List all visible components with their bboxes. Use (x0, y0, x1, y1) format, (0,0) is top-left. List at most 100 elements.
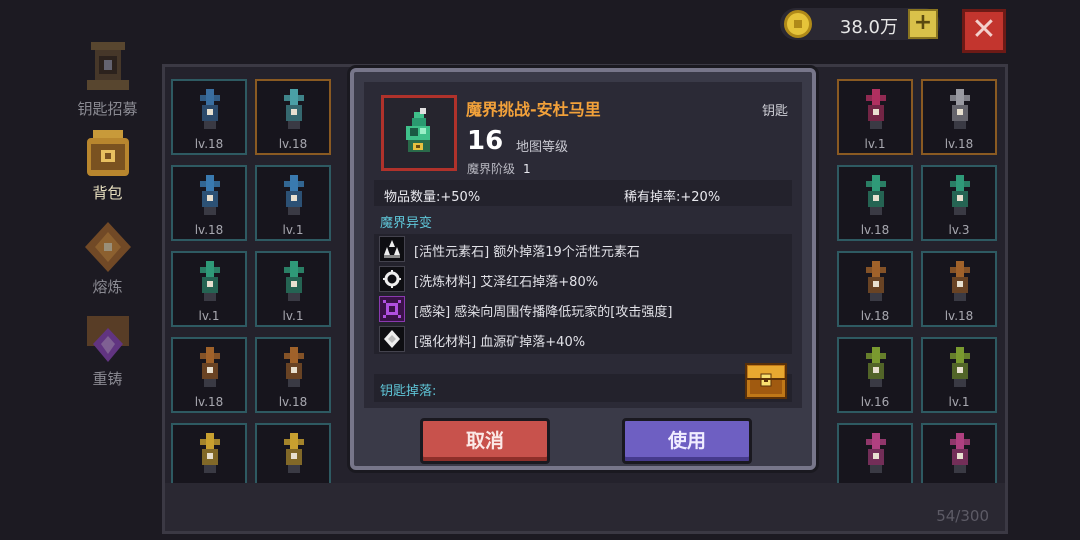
ore-icon (379, 326, 405, 352)
key-item-icon (284, 261, 304, 301)
nav-reforge-label: 重铸 (92, 370, 123, 388)
inventory-slot[interactable]: lv.18 (255, 337, 331, 413)
mutation-text: [强化材料] 血源矿掉落+40% (414, 335, 586, 350)
slot-level: lv.18 (860, 309, 890, 323)
slot-level: lv.18 (278, 395, 308, 409)
key-item-icon (866, 261, 886, 301)
nav-backpack-label: 背包 (92, 184, 123, 202)
stats-row: 物品数量:+50% 稀有掉率:+20% (374, 180, 792, 206)
key-detail-modal: 魔界挑战-安杜马里 钥匙 16 地图等级 魔界阶级 1 物品数量:+50% 稀有掉… (350, 68, 816, 470)
slot-level: lv.18 (944, 137, 974, 151)
key-item-icon (950, 261, 970, 301)
demon-tier-row: 魔界阶级 1 (467, 160, 531, 177)
cancel-button[interactable]: 取消 (420, 418, 550, 464)
key-item-icon (284, 433, 304, 473)
crystals-icon (379, 236, 405, 262)
key-item-icon (950, 433, 970, 473)
slot-level: lv.18 (194, 395, 224, 409)
inventory-slot[interactable]: lv.18 (171, 337, 247, 413)
backpack-icon (77, 122, 139, 184)
key-altar-icon (77, 38, 139, 100)
inventory-slot[interactable]: lv.1 (255, 251, 331, 327)
slot-level: lv.1 (282, 223, 304, 237)
mutation-item: [洗炼材料] 艾泽红石掉落+80% (374, 264, 792, 294)
slot-level: lv.1 (198, 309, 220, 323)
key-item-icon (950, 89, 970, 129)
slot-level: lv.18 (860, 223, 890, 237)
key-drop-label: 钥匙掉落: (380, 384, 437, 399)
key-item-icon (200, 261, 220, 301)
section-title-mutations: 魔界异变 (380, 216, 433, 231)
slot-level: lv.1 (864, 137, 886, 151)
treasure-chest-icon[interactable] (744, 358, 788, 400)
coin-value: 38.0万 (839, 17, 898, 38)
inventory-slot[interactable]: lv.3 (921, 165, 997, 241)
nav-backpack[interactable]: 背包 (60, 122, 155, 203)
nav-smelt-label: 熔炼 (92, 278, 123, 296)
key-type-label: 钥匙 (761, 104, 788, 119)
inventory-slot[interactable]: lv.1 (837, 79, 913, 155)
key-item-frame (381, 95, 457, 171)
map-level-label: 地图等级 (516, 140, 569, 155)
inventory-slot[interactable]: lv.16 (837, 337, 913, 413)
slot-level: lv.1 (282, 309, 304, 323)
key-item-icon (866, 433, 886, 473)
mutation-text: [洗炼材料] 艾泽红石掉落+80% (414, 275, 599, 290)
inventory-slot[interactable]: lv.18 (171, 165, 247, 241)
coin-icon (784, 10, 812, 38)
inventory-slot[interactable]: lv.18 (255, 79, 331, 155)
slot-level: lv.18 (194, 223, 224, 237)
inventory-slot[interactable]: lv.1 (921, 337, 997, 413)
slot-level: lv.1 (948, 395, 970, 409)
inventory-slot[interactable]: lv.1 (171, 251, 247, 327)
nav-smelt[interactable]: 熔炼 (60, 216, 155, 297)
slot-level: lv.16 (860, 395, 890, 409)
slot-level: lv.3 (948, 223, 970, 237)
key-item-icon (200, 175, 220, 215)
mutation-item: [活性元素石] 额外掉落19个活性元素石 (374, 234, 792, 264)
key-item-icon (284, 175, 304, 215)
mutation-item: [感染] 感染向周围传播降低玩家的[攻击强度] (374, 294, 792, 324)
demon-tier-label: 魔界阶级 (467, 162, 516, 176)
inventory-slot[interactable]: lv.1 (255, 165, 331, 241)
key-item-icon (200, 433, 220, 473)
key-item-icon (866, 89, 886, 129)
slot-level: lv.18 (278, 137, 308, 151)
gear-icon (379, 266, 405, 292)
key-item-icon (200, 347, 220, 387)
nav-key-recruit[interactable]: 钥匙招募 (60, 38, 155, 119)
key-item-icon (866, 175, 886, 215)
mutation-text: [活性元素石] 额外掉落19个活性元素石 (414, 245, 640, 260)
inventory-footer: 54/300 (165, 483, 1005, 531)
mutation-text: [感染] 感染向周围传播降低玩家的[攻击强度] (414, 305, 673, 320)
nav-key-recruit-label: 钥匙招募 (77, 100, 138, 118)
inventory-count: 54/300 (936, 507, 989, 525)
use-button[interactable]: 使用 (622, 418, 752, 464)
key-item-icon (200, 89, 220, 129)
stat-item-quantity: 物品数量:+50% (384, 190, 481, 205)
key-title: 魔界挑战-安杜马里 (466, 100, 601, 119)
nav-reforge[interactable]: 重铸 (60, 308, 155, 389)
modal-body: 魔界挑战-安杜马里 钥匙 16 地图等级 魔界阶级 1 物品数量:+50% 稀有掉… (364, 82, 802, 408)
key-item-icon (950, 175, 970, 215)
inventory-slot[interactable]: lv.18 (171, 79, 247, 155)
key-drop-row: 钥匙掉落: (374, 363, 792, 402)
slot-level: lv.18 (194, 137, 224, 151)
map-level-value: 16 (467, 126, 504, 156)
inventory-slot[interactable]: lv.18 (921, 251, 997, 327)
inventory-slot[interactable]: lv.18 (837, 165, 913, 241)
smelt-icon (77, 216, 139, 278)
inventory-slot[interactable]: lv.18 (921, 79, 997, 155)
inventory-slot[interactable]: lv.18 (837, 251, 913, 327)
slot-level: lv.18 (944, 309, 974, 323)
add-coins-button[interactable]: + (908, 9, 938, 39)
infection-icon (379, 296, 405, 322)
key-item-icon (950, 347, 970, 387)
stat-rare-rate: 稀有掉率:+20% (624, 190, 721, 205)
close-button[interactable]: ✕ (962, 9, 1006, 53)
reforge-icon (77, 308, 139, 370)
coin-bar: 38.0万 + (780, 8, 940, 40)
mutation-item: [强化材料] 血源矿掉落+40% (374, 324, 792, 354)
demon-key-icon (406, 108, 430, 152)
key-item-icon (866, 347, 886, 387)
